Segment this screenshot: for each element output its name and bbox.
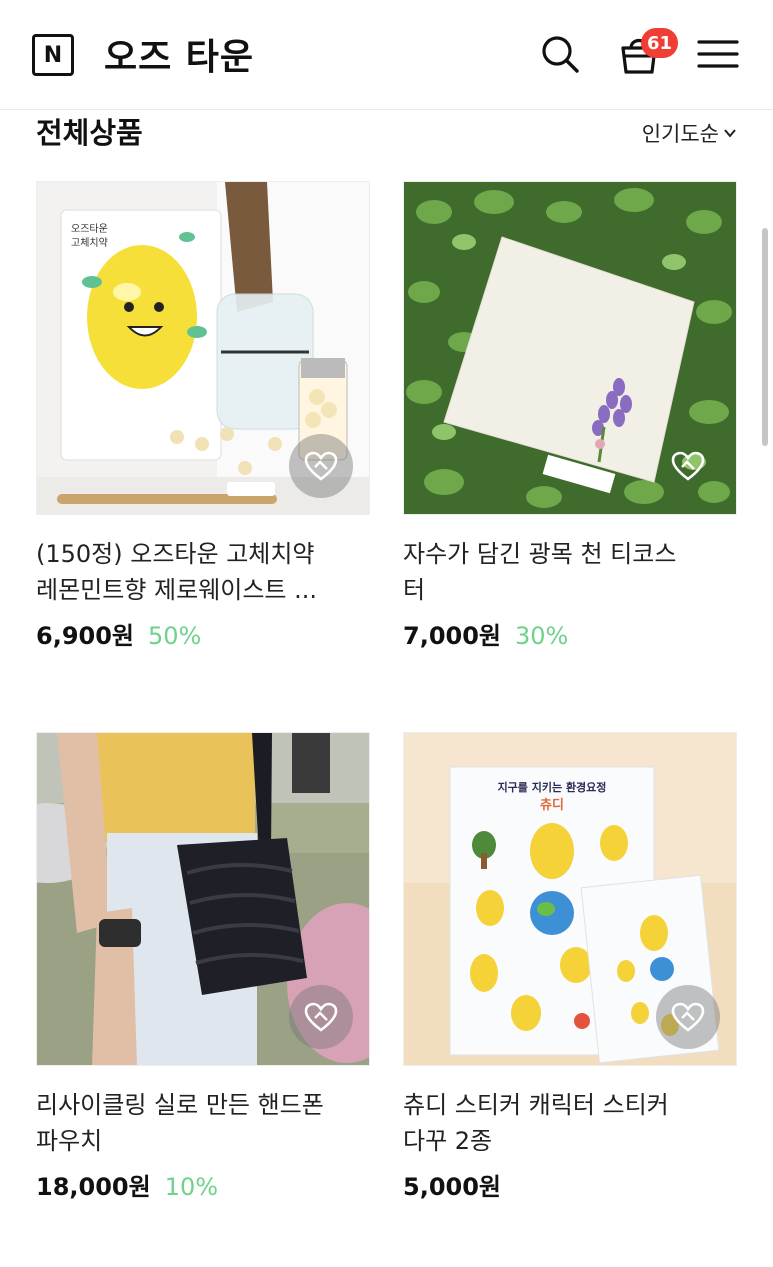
product-name-line1[interactable]: (150정) 오즈타운 고체치약 <box>36 536 370 572</box>
product-price-row: 18,000원 10% <box>36 1167 218 1202</box>
product-price-row: 5,000원 <box>403 1167 501 1202</box>
product-price: 5,000원 <box>403 1173 501 1201</box>
store-logo[interactable]: N <box>32 34 74 76</box>
product-card[interactable]: 오즈타운 고체치약 (150정) 오즈타운 고체치약 레몬민트향 제로웨이스트 … <box>36 181 370 661</box>
product-name-line2[interactable]: 터 <box>403 572 737 608</box>
product-card[interactable]: 자수가 담긴 광목 천 티코스 터 7,000원 30% <box>403 181 737 661</box>
pouch-label-line1: 오즈타운 <box>71 223 108 235</box>
product-price: 18,000원 <box>36 1173 151 1201</box>
wishlist-heart-button[interactable] <box>289 985 353 1049</box>
search-icon[interactable] <box>538 32 582 76</box>
sheet-character-name: 츄디 <box>540 797 564 813</box>
product-image[interactable]: 오즈타운 고체치약 <box>36 181 370 515</box>
product-image[interactable] <box>36 732 370 1066</box>
product-price-row: 7,000원 30% <box>403 616 568 651</box>
scrollbar[interactable] <box>762 228 768 446</box>
heart-icon <box>304 1002 338 1032</box>
wishlist-heart-button[interactable] <box>656 434 720 498</box>
product-price: 7,000원 <box>403 622 501 650</box>
product-card[interactable]: 지구를 지키는 환경요정 츄디 츄디 스티커 캐릭터 스티커 다꾸 2종 5,0… <box>403 732 737 1212</box>
product-name-line2[interactable]: 레몬민트향 제로웨이스트 ... <box>36 572 370 608</box>
product-image[interactable]: 지구를 지키는 환경요정 츄디 <box>403 732 737 1066</box>
product-name-line1[interactable]: 자수가 담긴 광목 천 티코스 <box>403 536 737 572</box>
wishlist-heart-button[interactable] <box>656 985 720 1049</box>
product-card[interactable]: 리사이클링 실로 만든 핸드폰 파우치 18,000원 10% <box>36 732 370 1212</box>
sort-dropdown[interactable]: 인기도순 <box>642 118 737 148</box>
product-name-line2[interactable]: 파우치 <box>36 1123 370 1159</box>
product-discount: 30% <box>515 622 569 650</box>
heart-icon <box>671 1002 705 1032</box>
hamburger-menu-icon[interactable] <box>696 32 740 76</box>
product-price: 6,900원 <box>36 622 134 650</box>
sheet-title: 지구를 지키는 환경요정 <box>498 780 607 794</box>
product-name-line2[interactable]: 다꾸 2종 <box>403 1123 737 1159</box>
product-discount: 10% <box>164 1173 219 1201</box>
product-price-row: 6,900원 50% <box>36 616 201 651</box>
top-header: N 오즈 타운 61 <box>0 0 773 110</box>
cart-count-badge: 61 <box>641 28 679 58</box>
store-title[interactable]: 오즈 타운 <box>104 28 254 80</box>
section-title: 전체상품 <box>36 116 143 150</box>
wishlist-heart-button[interactable] <box>289 434 353 498</box>
chevron-down-icon <box>724 129 736 138</box>
product-image[interactable] <box>403 181 737 515</box>
sort-label: 인기도순 <box>641 122 719 146</box>
heart-icon <box>304 451 338 481</box>
product-name-line1[interactable]: 츄디 스티커 캐릭터 스티커 <box>403 1087 737 1123</box>
heart-icon <box>671 451 705 481</box>
product-discount: 50% <box>148 622 202 650</box>
product-name-line1[interactable]: 리사이클링 실로 만든 핸드폰 <box>36 1087 370 1123</box>
pouch-label-line2: 고체치약 <box>71 237 108 249</box>
logo-letter: N <box>43 42 63 68</box>
